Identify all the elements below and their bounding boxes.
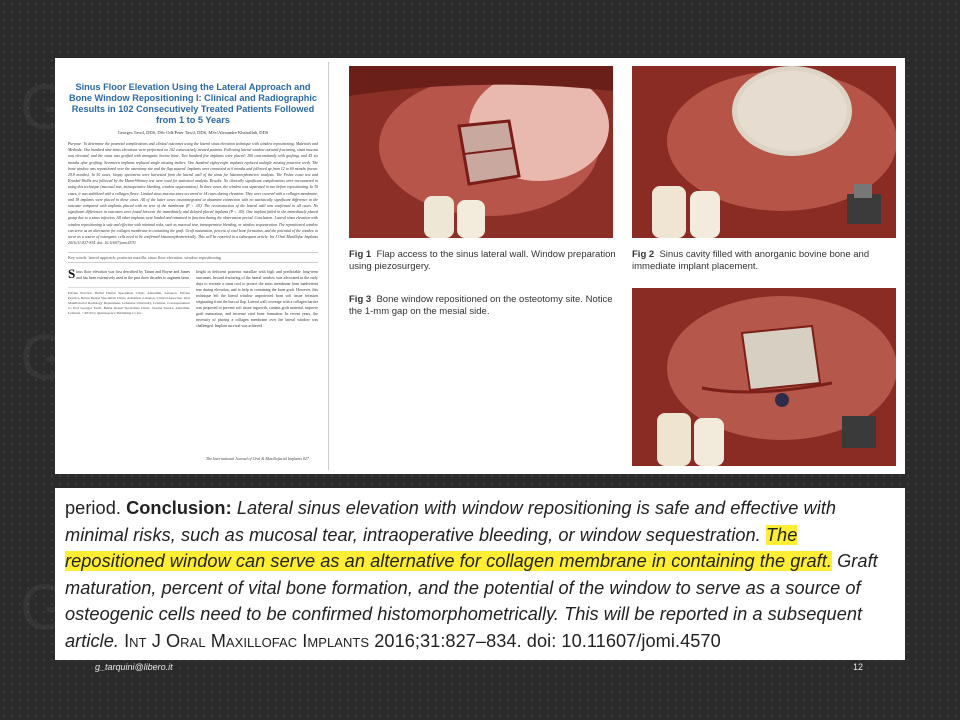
conclusion-label: Conclusion: xyxy=(126,498,232,518)
paper-spread-image: Sinus Floor Elevation Using the Lateral … xyxy=(55,58,905,474)
fig1-photo xyxy=(349,66,613,238)
paper-authors: Georges Tawil, DDS, DSc Odf/Peter Tawil,… xyxy=(117,130,269,135)
paper-columns: Sinus floor elevation was first describe… xyxy=(68,266,318,329)
fig1-caption: Fig 1 Flap access to the sinus lateral w… xyxy=(349,249,621,272)
paper-column-left: Sinus floor elevation was first describe… xyxy=(68,266,190,329)
slide-number: 12 xyxy=(853,662,864,672)
conclusion-panel: period. Conclusion: Lateral sinus elevat… xyxy=(55,488,905,660)
paper-affiliations: Private Practice, Beirut Dental Speciali… xyxy=(68,287,190,316)
fig1-caption-text: Flap access to the sinus lateral wall. W… xyxy=(349,249,616,272)
footer-email: g_tarquini@libero.it xyxy=(95,662,173,672)
paper-col2-text: height in deficient posterior maxillae w… xyxy=(196,270,318,329)
fig1-label: Fig 1 xyxy=(349,249,372,260)
paper-abstract: Purpose: To determine the potential comp… xyxy=(68,142,318,246)
journal-name: Int J Oral Maxillofac Implants xyxy=(124,630,370,651)
paper-col1-text: inus floor elevation was first described… xyxy=(76,270,190,281)
fig2-caption: Fig 2 Sinus cavity filled with anorganic… xyxy=(632,249,900,272)
dropcap: S xyxy=(68,266,76,282)
conclusion-text: period. Conclusion: Lateral sinus elevat… xyxy=(65,495,895,654)
paper-page: Sinus Floor Elevation Using the Lateral … xyxy=(58,62,329,470)
fig3-caption: Fig 3 Bone window repositioned on the os… xyxy=(349,294,619,317)
paper-keywords: Key words: lateral approach, posterior m… xyxy=(68,252,318,264)
fig3-photo xyxy=(632,288,896,466)
fig2-photo xyxy=(632,66,896,238)
fig3-caption-text: Bone window repositioned on the osteotom… xyxy=(349,294,613,317)
fig2-caption-text: Sinus cavity filled with anorganic bovin… xyxy=(632,249,870,272)
paper-column-right: height in deficient posterior maxillae w… xyxy=(196,269,318,329)
paper-footer: The International Journal of Oral & Maxi… xyxy=(206,456,309,461)
conclusion-lead: period. xyxy=(65,498,121,518)
fig2-label: Fig 2 xyxy=(632,249,655,260)
paper-title: Sinus Floor Elevation Using the Lateral … xyxy=(69,82,317,125)
fig3-label: Fig 3 xyxy=(349,294,372,305)
citation: 2016;31:827–834. doi: 10.11607/jomi.4570 xyxy=(374,630,721,651)
